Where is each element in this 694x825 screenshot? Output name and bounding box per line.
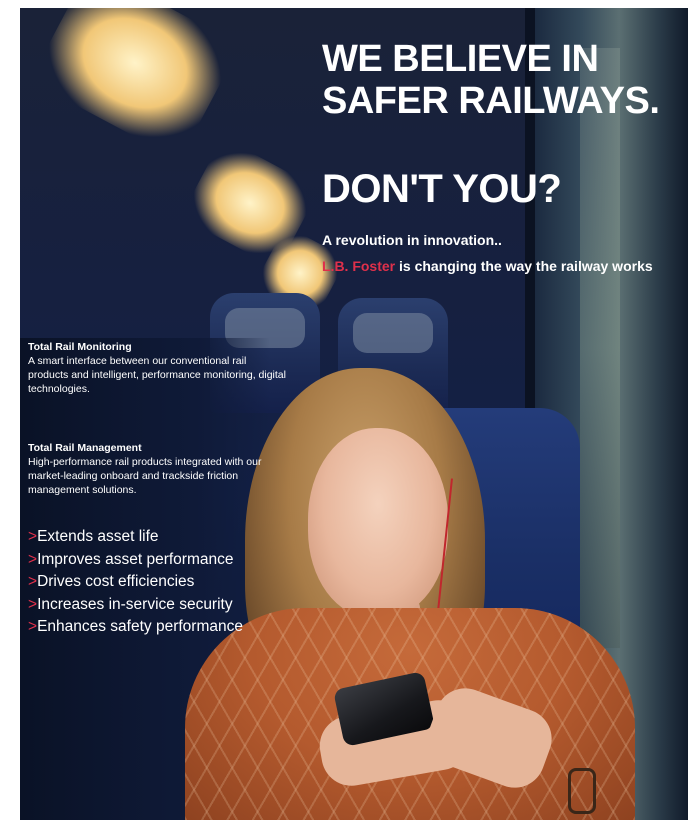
list-item: >Drives cost efficiencies <box>28 571 243 594</box>
chevron-marker: > <box>28 595 38 613</box>
section-title: Total Rail Management <box>28 442 142 454</box>
list-item-text: Increases in-service security <box>37 595 233 613</box>
headline-question: DON'T YOU? <box>322 167 562 211</box>
tagline-rest: is changing the way the railway works <box>395 258 653 274</box>
list-item: >Increases in-service security <box>28 594 243 617</box>
bracelet <box>568 768 596 814</box>
list-item-text: Extends asset life <box>37 528 159 545</box>
section-body: A smart interface between our convention… <box>28 355 286 395</box>
woman-face <box>308 428 448 618</box>
section-total-rail-monitoring: Total Rail Monitoring A smart interface … <box>28 341 288 396</box>
chevron-marker: > <box>28 550 38 568</box>
headline-line-1: WE BELIEVE IN <box>322 38 599 80</box>
list-item: >Enhances safety performance <box>28 616 243 639</box>
headline-line-2: SAFER RAILWAYS. <box>322 80 660 122</box>
seat-headrest <box>353 313 433 353</box>
list-item-text: Improves asset performance <box>37 550 234 568</box>
window-reflection <box>580 48 620 648</box>
brand-name: L.B. Foster <box>322 258 396 274</box>
advert-poster: WE BELIEVE IN SAFER RAILWAYS. DON'T YOU?… <box>20 8 688 820</box>
chevron-marker: > <box>28 618 38 635</box>
tagline-brand-line: L.B. Foster is changing the way the rail… <box>322 258 653 274</box>
list-item: >Extends asset life <box>28 526 243 549</box>
chevron-marker: > <box>28 573 38 590</box>
list-item: >Improves asset performance <box>28 549 243 572</box>
list-item-text: Drives cost efficiencies <box>37 573 195 590</box>
chevron-marker: > <box>28 528 38 545</box>
section-body: High-performance rail products integrate… <box>28 456 262 496</box>
section-total-rail-management: Total Rail Management High-performance r… <box>28 442 288 497</box>
list-item-text: Enhances safety performance <box>37 618 243 635</box>
section-title: Total Rail Monitoring <box>28 341 132 353</box>
tagline-revolution: A revolution in innovation.. <box>322 232 502 248</box>
benefits-list: >Extends asset life >Improves asset perf… <box>28 526 243 639</box>
